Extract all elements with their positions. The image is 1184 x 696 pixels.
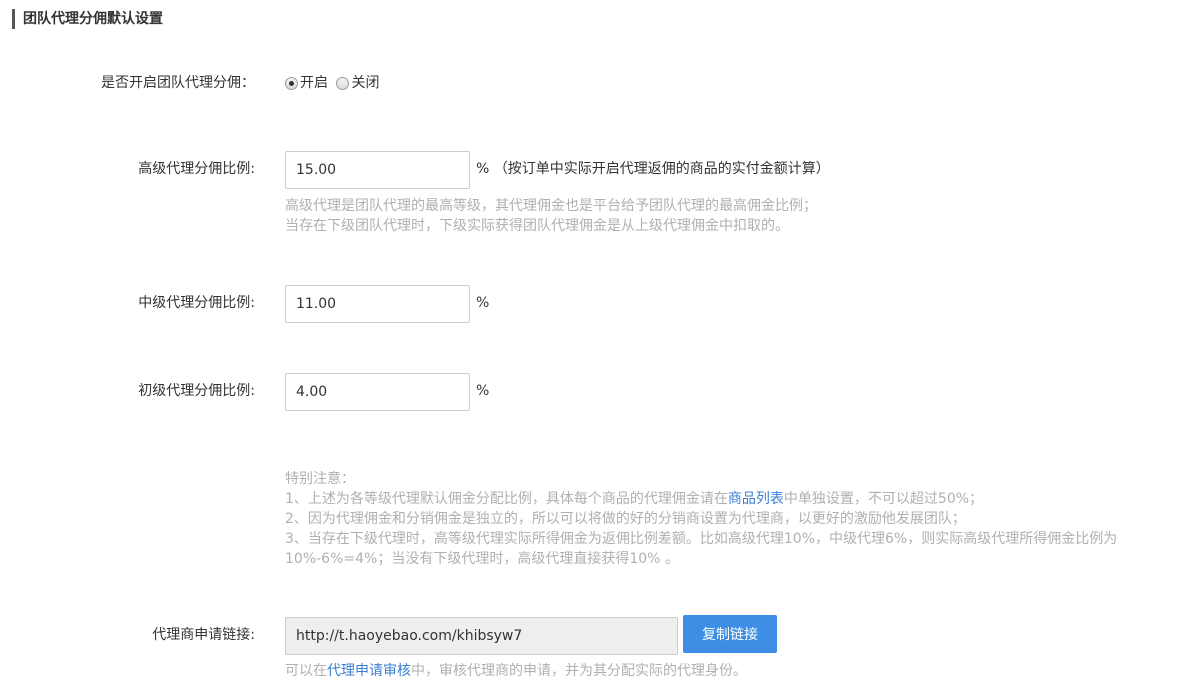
middle-unit: % (476, 295, 490, 311)
notice-line1-before: 1、上述为各等级代理默认佣金分配比例，具体每个商品的代理佣金请在 (285, 491, 728, 507)
senior-unit: % （按订单中实际开启代理返佣的商品的实付金额计算） (476, 159, 830, 179)
apply-hint-before: 可以在 (285, 663, 327, 679)
senior-hint-line2: 当存在下级团队代理时，下级实际获得团队代理佣金是从上级代理佣金中扣取的。 (285, 218, 789, 234)
middle-label: 中级代理分佣比例: (138, 295, 255, 311)
senior-rate-input[interactable]: 15.00 (285, 151, 470, 189)
apply-link-label: 代理商申请链接: (152, 627, 255, 643)
notice-line3: 3、当存在下级代理时，高等级代理实际所得佣金为返佣比例差额。比如高级代理10%，… (285, 531, 1118, 547)
enable-radio-group: 开启 关闭 (285, 73, 383, 96)
senior-unit-symbol: % (476, 161, 490, 177)
junior-unit: % (476, 383, 490, 399)
middle-rate-input[interactable]: 11.00 (285, 285, 470, 323)
apply-hint-after: 中，审核代理商的申请，并为其分配实际的代理身份。 (411, 663, 747, 679)
senior-hint-line1: 高级代理是团队代理的最高等级，其代理佣金也是平台给予团队代理的最高佣金比例； (285, 198, 817, 214)
junior-label: 初级代理分佣比例: (138, 383, 255, 399)
senior-unit-note: （按订单中实际开启代理返佣的商品的实付金额计算） (493, 161, 830, 177)
enable-label: 是否开启团队代理分佣： (101, 75, 255, 91)
radio-enable-on[interactable]: 开启 (285, 73, 328, 93)
notice-line1: 1、上述为各等级代理默认佣金分配比例，具体每个商品的代理佣金请在商品列表中单独设… (285, 489, 983, 509)
section-title: 团队代理分佣默认设置 (12, 9, 163, 29)
junior-rate-input[interactable]: 4.00 (285, 373, 470, 411)
agent-review-link[interactable]: 代理申请审核 (327, 663, 411, 679)
radio-off-circle[interactable] (336, 76, 350, 90)
notice-title: 特别注意： (285, 471, 355, 487)
notice-line2: 2、因为代理佣金和分销佣金是独立的，所以可以将做的好的分销商设置为代理商，以更好… (285, 511, 966, 527)
notice-line4: 10%-6%=4%；当没有下级代理时，高级代理直接获得10% 。 (285, 551, 679, 567)
radio-off-label: 关闭 (351, 75, 380, 91)
radio-enable-off[interactable]: 关闭 (336, 73, 379, 93)
senior-label: 高级代理分佣比例: (138, 161, 255, 177)
copy-link-button[interactable]: 复制链接 (683, 615, 777, 653)
radio-on-circle[interactable] (285, 76, 298, 90)
notice-line1-after: 中单独设置，不可以超过50%； (783, 491, 984, 507)
apply-link-input[interactable]: http://t.haoyebao.com/khibsyw7 (285, 617, 678, 655)
product-list-link[interactable]: 商品列表 (728, 491, 784, 507)
radio-on-label: 开启 (300, 75, 328, 91)
apply-link-hint: 可以在代理申请审核中，审核代理商的申请，并为其分配实际的代理身份。 (285, 661, 747, 681)
